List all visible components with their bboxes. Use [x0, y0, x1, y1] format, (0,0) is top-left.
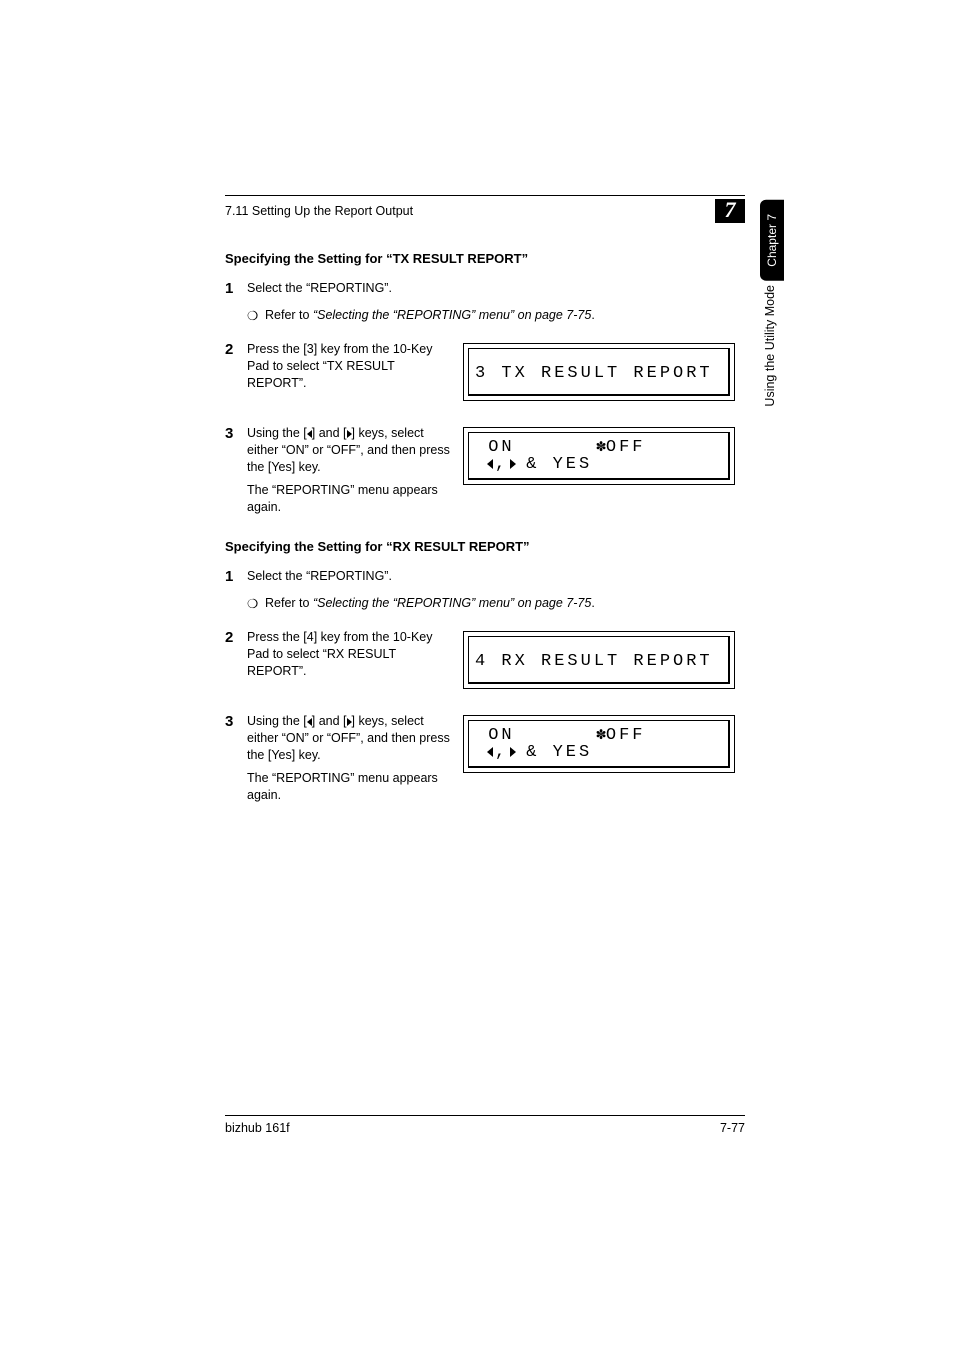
tx-step-1: 1 Select the “REPORTING”.	[225, 280, 745, 298]
sub-suffix: .	[591, 596, 594, 610]
chapter-number-box: 7	[715, 199, 745, 223]
lcd-line-2: , & YES	[475, 456, 722, 473]
lcd-line: 4 RX RESULT REPORT	[475, 653, 722, 670]
sub-text: Refer to “Selecting the “REPORTING” menu…	[265, 596, 595, 611]
rx-step-2: 2 Press the [4] key from the 10-Key Pad …	[225, 629, 745, 689]
tx-step-3: 3 Using the [] and [] keys, select eithe…	[225, 425, 745, 515]
lcd-display: 4 RX RESULT REPORT	[463, 631, 735, 689]
step-number: 3	[225, 713, 247, 803]
rx-step-1-sub: ❍ Refer to “Selecting the “REPORTING” me…	[247, 596, 745, 611]
lcd-display: ON ✽OFF , & YES	[463, 427, 735, 485]
left-arrow-icon	[487, 459, 493, 469]
tx-heading: Specifying the Setting for “TX RESULT RE…	[225, 251, 745, 266]
step-number: 1	[225, 568, 247, 586]
step-text: Press the [3] key from the 10-Key Pad to…	[247, 341, 452, 392]
tx-step-1-sub: ❍ Refer to “Selecting the “REPORTING” me…	[247, 308, 745, 323]
step-number: 3	[225, 425, 247, 515]
mode-tab: Using the Utility Mode	[763, 285, 777, 413]
lcd-line-2: , & YES	[475, 744, 722, 761]
sub-suffix: .	[591, 308, 594, 322]
sub-text: Refer to “Selecting the “REPORTING” menu…	[265, 308, 595, 323]
rx-step-1: 1 Select the “REPORTING”.	[225, 568, 745, 586]
page-content: 7.11 Setting Up the Report Output 7 Spec…	[225, 195, 745, 828]
sub-prefix: Refer to	[265, 596, 313, 610]
lcd-display: 3 TX RESULT REPORT	[463, 343, 735, 401]
step-text: Using the [] and [] keys, select either …	[247, 425, 452, 515]
bullet-icon: ❍	[247, 308, 265, 323]
step-number: 2	[225, 629, 247, 680]
step-result: The “REPORTING” menu appears again.	[247, 770, 452, 804]
footer-model: bizhub 161f	[225, 1121, 290, 1135]
step-number: 2	[225, 341, 247, 392]
chapter-tab: Chapter 7	[760, 200, 784, 281]
footer-page: 7-77	[720, 1121, 745, 1135]
sub-italic: “Selecting the “REPORTING” menu” on page…	[313, 596, 591, 610]
step-text: Press the [4] key from the 10-Key Pad to…	[247, 629, 452, 680]
sub-italic: “Selecting the “REPORTING” menu” on page…	[313, 308, 591, 322]
rx-step-3: 3 Using the [] and [] keys, select eithe…	[225, 713, 745, 803]
star-icon: ✽	[596, 438, 606, 456]
lcd-display: ON ✽OFF , & YES	[463, 715, 735, 773]
sub-prefix: Refer to	[265, 308, 313, 322]
section-title: 7.11 Setting Up the Report Output	[225, 204, 413, 218]
running-header: 7.11 Setting Up the Report Output 7	[225, 199, 745, 223]
step-result: The “REPORTING” menu appears again.	[247, 482, 452, 516]
star-icon: ✽	[596, 726, 606, 744]
bullet-icon: ❍	[247, 596, 265, 611]
top-rule	[225, 195, 745, 196]
lcd-line-1: ON ✽OFF	[475, 439, 722, 456]
step-text: Select the “REPORTING”.	[247, 280, 745, 297]
step-number: 1	[225, 280, 247, 298]
rx-heading: Specifying the Setting for “RX RESULT RE…	[225, 539, 745, 554]
side-tabs: Chapter 7 Using the Utility Mode	[760, 200, 784, 412]
lcd-line-1: ON ✽OFF	[475, 727, 722, 744]
step-text: Using the [] and [] keys, select either …	[247, 713, 452, 803]
left-arrow-icon	[487, 747, 493, 757]
tx-step-2: 2 Press the [3] key from the 10-Key Pad …	[225, 341, 745, 401]
step-text: Select the “REPORTING”.	[247, 568, 745, 585]
right-arrow-icon	[510, 747, 516, 757]
page-footer: bizhub 161f 7-77	[225, 1115, 745, 1135]
right-arrow-icon	[510, 459, 516, 469]
lcd-line: 3 TX RESULT REPORT	[475, 365, 722, 382]
